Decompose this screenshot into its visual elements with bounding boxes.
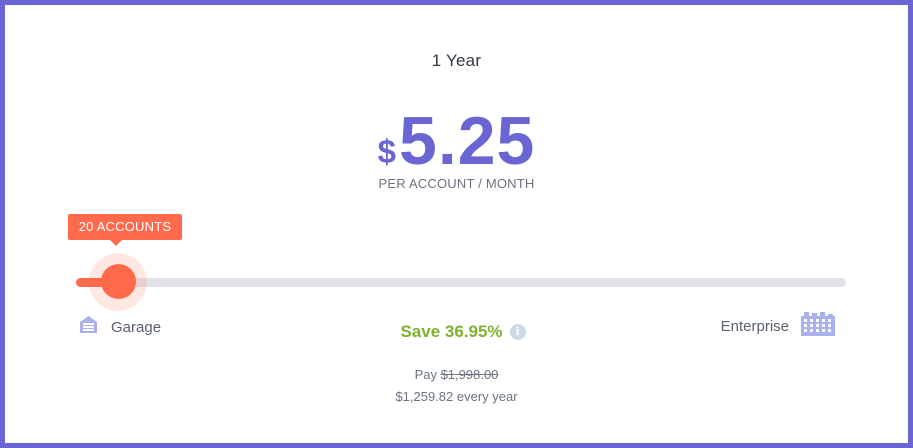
pay-prefix: Pay: [414, 367, 441, 382]
price-amount: 5.25: [399, 103, 536, 179]
info-icon[interactable]: i: [509, 324, 526, 340]
yearly-price: $1,259.82 every year: [395, 389, 518, 404]
pricing-card: 1 Year $ 5.25 PER ACCOUNT / MONTH 20 ACC…: [0, 0, 913, 448]
accounts-slider-track[interactable]: [76, 278, 846, 287]
plan-term: 1 Year: [431, 51, 482, 70]
original-price-line: Pay $1,998.00: [5, 367, 908, 382]
accounts-tooltip: 20 ACCOUNTS: [68, 214, 182, 240]
tooltip-arrow: [110, 240, 122, 246]
price-display: $ 5.25: [5, 107, 908, 175]
currency-symbol: $: [377, 133, 396, 170]
tier-enterprise: Enterprise: [721, 312, 835, 341]
building-icon: [801, 312, 835, 341]
savings-label: Save 36.95%: [400, 322, 503, 341]
tier-enterprise-label: Enterprise: [720, 318, 789, 335]
original-price: $1,998.00: [440, 367, 499, 382]
accounts-slider-thumb[interactable]: [100, 264, 136, 299]
price-unit: PER ACCOUNT / MONTH: [378, 176, 535, 191]
